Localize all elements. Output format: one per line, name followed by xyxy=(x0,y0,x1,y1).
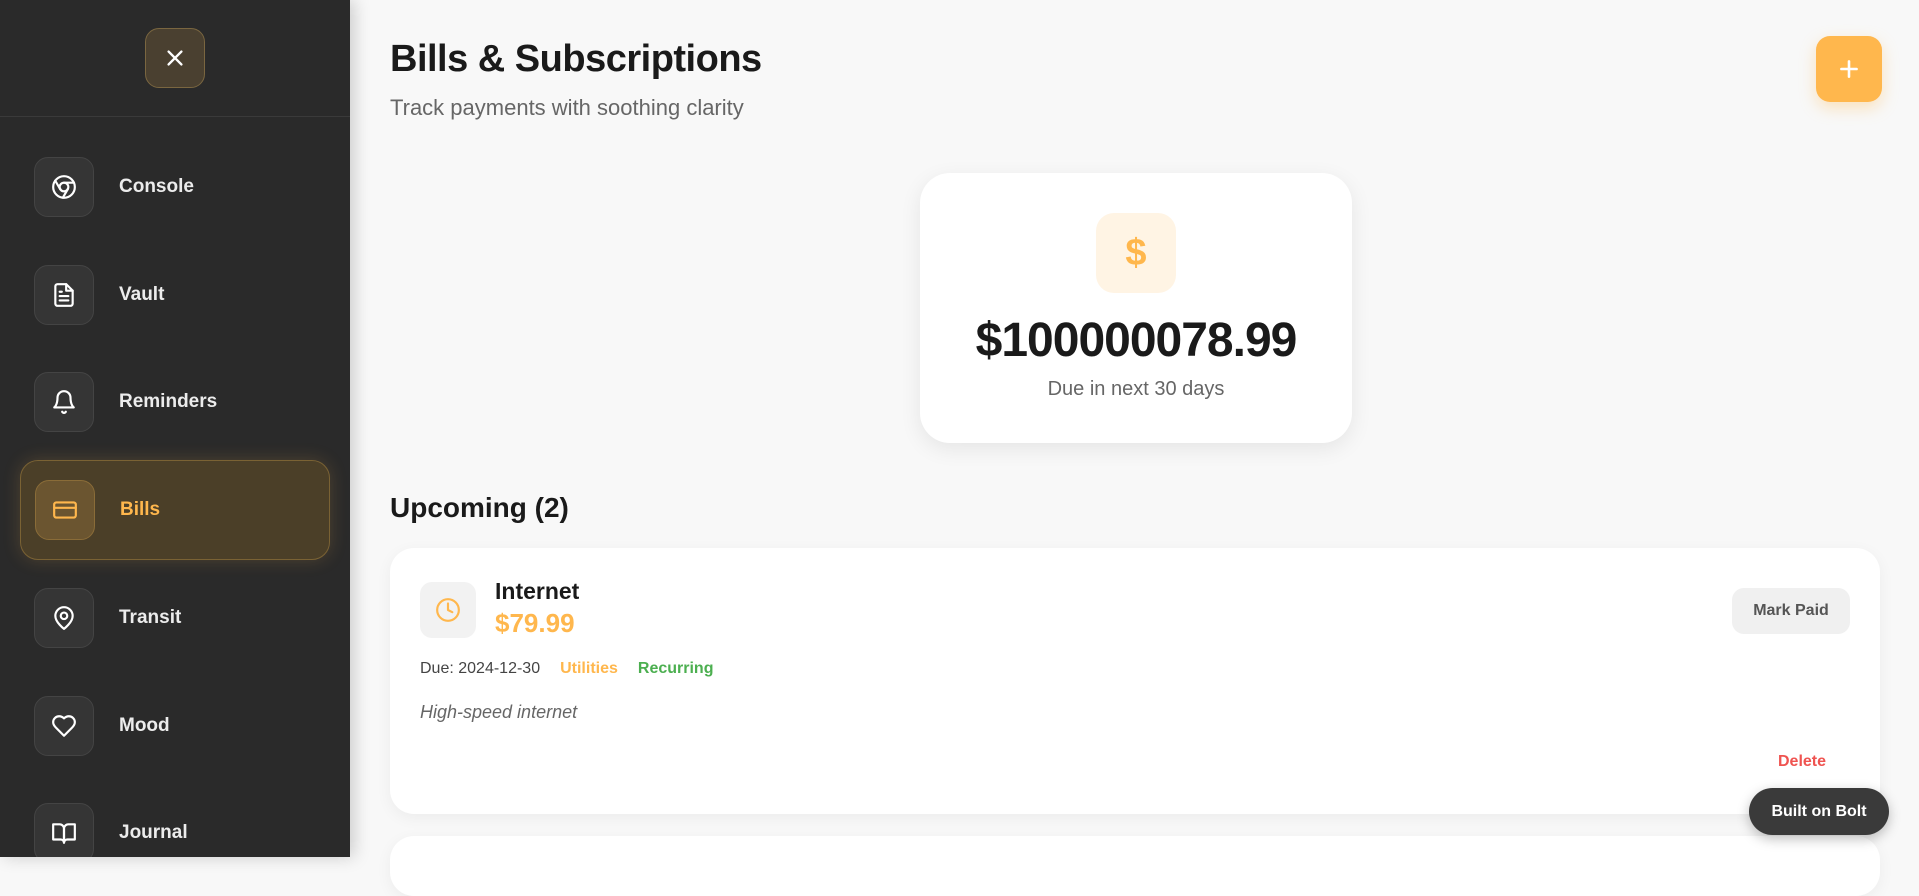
sidebar-item-label: Journal xyxy=(119,822,188,843)
bill-card xyxy=(390,836,1880,896)
main-content: Bills & Subscriptions Track payments wit… xyxy=(350,0,1919,896)
bell-icon xyxy=(34,372,94,432)
sidebar-item-journal[interactable]: Journal xyxy=(20,783,330,857)
page-subtitle: Track payments with soothing clarity xyxy=(390,95,744,120)
sidebar-item-bills[interactable]: Bills xyxy=(20,460,330,560)
summary-caption: Due in next 30 days xyxy=(1047,378,1225,400)
bill-card: Internet $79.99 Mark Paid Due: 2024-12-3… xyxy=(390,548,1880,814)
map-pin-icon xyxy=(34,588,94,648)
add-bill-button[interactable] xyxy=(1816,36,1882,102)
sidebar-item-transit[interactable]: Transit xyxy=(20,568,330,668)
bill-due-date: Due: 2024-12-30 xyxy=(420,660,541,677)
sidebar-item-label: Console xyxy=(119,176,194,197)
heart-icon xyxy=(34,696,94,756)
close-icon xyxy=(167,50,183,66)
sidebar-item-label: Bills xyxy=(120,499,161,520)
sidebar-item-label: Mood xyxy=(119,715,170,736)
bill-amount: $79.99 xyxy=(495,608,575,638)
dollar-icon: $ xyxy=(1096,213,1176,293)
mark-paid-button[interactable]: Mark Paid xyxy=(1732,588,1850,634)
bill-note: High-speed internet xyxy=(420,702,578,722)
built-on-bolt-badge[interactable]: Built on Bolt xyxy=(1749,788,1889,835)
section-title: Upcoming (2) xyxy=(390,492,569,523)
sidebar-item-reminders[interactable]: Reminders xyxy=(20,352,330,452)
close-sidebar-button[interactable] xyxy=(145,28,205,88)
clock-icon xyxy=(420,582,476,638)
sidebar-item-label: Reminders xyxy=(119,391,218,412)
document-icon xyxy=(34,265,94,325)
recurring-tag: Recurring xyxy=(637,660,714,677)
sidebar-item-vault[interactable]: Vault xyxy=(20,245,330,345)
sidebar-item-label: Vault xyxy=(119,284,165,305)
credit-card-icon xyxy=(35,480,95,540)
category-tag: Utilities xyxy=(560,660,618,677)
sidebar-item-mood[interactable]: Mood xyxy=(20,676,330,776)
sidebar-item-console[interactable]: Console xyxy=(20,137,330,237)
summary-amount: $100000078.99 xyxy=(975,314,1298,367)
summary-card: $ $100000078.99 Due in next 30 days xyxy=(920,173,1352,443)
plus-icon xyxy=(1840,60,1858,78)
delete-button[interactable]: Delete xyxy=(1778,753,1826,771)
chrome-icon xyxy=(34,157,94,217)
book-icon xyxy=(34,803,94,857)
sidebar: Console Vault Reminders Bills Transit Mo… xyxy=(0,0,350,857)
sidebar-header xyxy=(0,0,350,117)
bill-meta: Due: 2024-12-30 Utilities Recurring xyxy=(420,660,713,678)
sidebar-item-label: Transit xyxy=(119,607,182,628)
page-title: Bills & Subscriptions xyxy=(390,38,762,80)
bill-name: Internet xyxy=(495,578,580,604)
